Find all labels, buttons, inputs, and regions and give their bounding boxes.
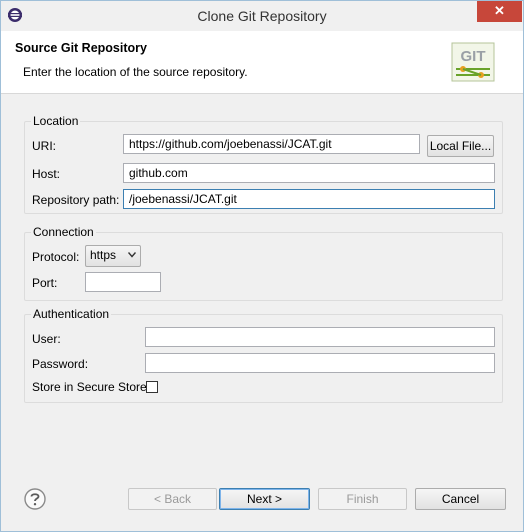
uri-input[interactable] bbox=[123, 134, 420, 154]
uri-label: URI: bbox=[32, 139, 56, 153]
finish-button[interactable]: Finish bbox=[318, 488, 407, 510]
password-label: Password: bbox=[32, 357, 89, 371]
authentication-group: Authentication User: Password: Store in … bbox=[24, 307, 503, 403]
protocol-value: https bbox=[90, 248, 117, 262]
clone-git-repository-dialog: Clone Git Repository ✕ Source Git Reposi… bbox=[0, 0, 524, 532]
protocol-select[interactable]: https bbox=[85, 245, 141, 267]
button-bar: < Back Next > Finish Cancel bbox=[1, 478, 523, 531]
secure-store-label: Store in Secure Store bbox=[32, 380, 147, 394]
connection-group: Connection Protocol: https Port: bbox=[24, 225, 503, 301]
wizard-banner: Source Git Repository Enter the location… bbox=[1, 31, 523, 94]
close-icon: ✕ bbox=[494, 3, 505, 18]
git-logo-text: GIT bbox=[461, 48, 486, 65]
host-label: Host: bbox=[32, 167, 61, 181]
location-group: Location URI: Local File... Host: Reposi… bbox=[24, 114, 503, 214]
repository-path-input[interactable] bbox=[123, 189, 495, 209]
cancel-button[interactable]: Cancel bbox=[415, 488, 506, 510]
location-legend: Location bbox=[31, 114, 81, 128]
back-button[interactable]: < Back bbox=[128, 488, 217, 510]
secure-store-checkbox[interactable] bbox=[146, 381, 158, 393]
port-input[interactable] bbox=[85, 272, 161, 292]
repository-path-label: Repository path: bbox=[32, 193, 120, 207]
authentication-legend: Authentication bbox=[31, 307, 112, 321]
next-button[interactable]: Next > bbox=[219, 488, 310, 510]
page-description: Enter the location of the source reposit… bbox=[23, 65, 248, 79]
page-title: Source Git Repository bbox=[15, 41, 147, 55]
connection-legend: Connection bbox=[31, 225, 96, 239]
host-input[interactable] bbox=[123, 163, 495, 183]
window-title: Clone Git Repository bbox=[197, 8, 327, 24]
help-icon[interactable] bbox=[24, 488, 46, 510]
wizard-content: Location URI: Local File... Host: Reposi… bbox=[1, 94, 523, 478]
local-file-button[interactable]: Local File... bbox=[427, 135, 494, 157]
close-button[interactable]: ✕ bbox=[477, 1, 522, 22]
user-input[interactable] bbox=[145, 327, 495, 347]
port-label: Port: bbox=[32, 276, 58, 290]
title-bar: Clone Git Repository ✕ bbox=[1, 1, 523, 31]
chevron-down-icon bbox=[128, 252, 136, 258]
git-logo-icon: GIT bbox=[451, 42, 495, 82]
protocol-label: Protocol: bbox=[32, 250, 80, 264]
user-label: User: bbox=[32, 332, 61, 346]
password-input[interactable] bbox=[145, 353, 495, 373]
